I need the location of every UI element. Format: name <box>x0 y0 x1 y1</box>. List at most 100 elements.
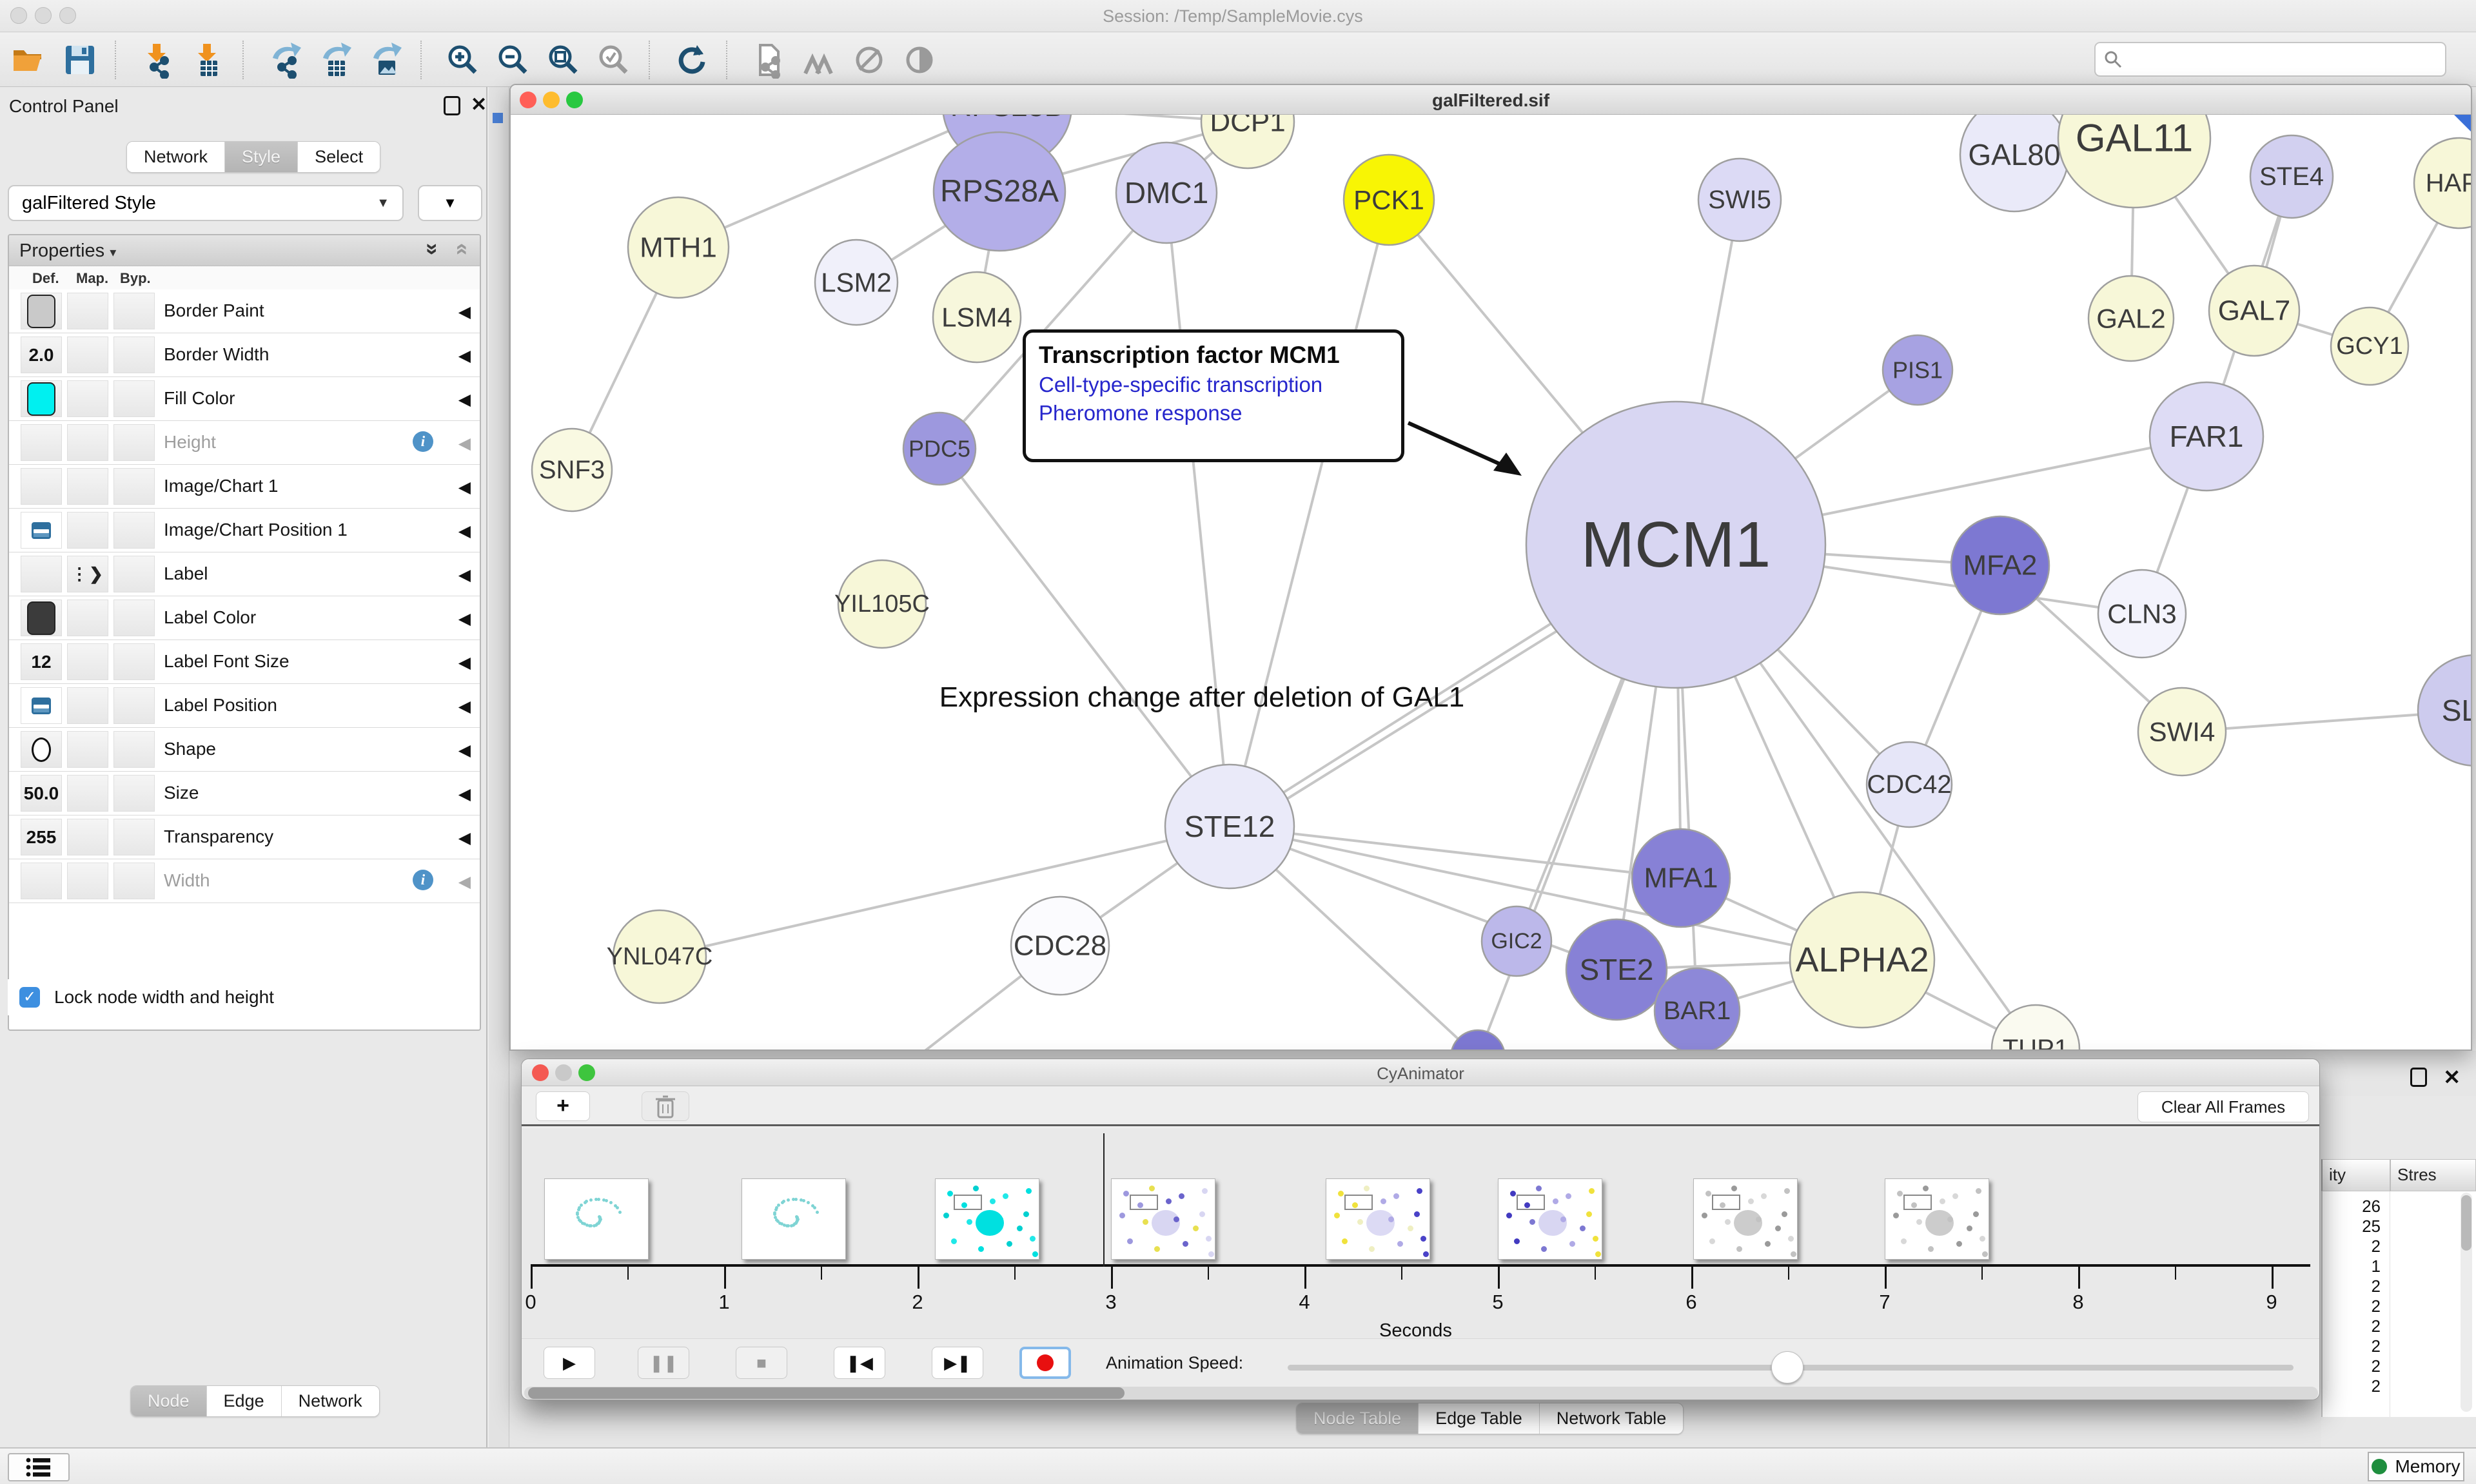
def-cell[interactable] <box>21 293 62 329</box>
skip-to-start-button[interactable]: ❚◀ <box>834 1347 885 1379</box>
export-image-button[interactable] <box>365 39 406 81</box>
animation-speed-slider[interactable] <box>1288 1365 2294 1371</box>
cyanimator-timeline[interactable]: 0123456789Seconds <box>522 1128 2319 1338</box>
byp-cell[interactable] <box>113 687 155 724</box>
float-panel-icon[interactable] <box>2410 1068 2427 1087</box>
network-node-STE12[interactable]: STE12 <box>1165 765 1294 888</box>
network-node-ALPHA2[interactable]: ALPHA2 <box>1790 892 1934 1028</box>
birdseye-view-button[interactable] <box>798 39 840 81</box>
table-tab-network-table[interactable]: Network Table <box>1540 1403 1684 1434</box>
expand-arrow-icon[interactable]: ◀ <box>458 653 471 672</box>
table-scrollbar[interactable] <box>2461 1193 2472 1412</box>
property-row[interactable]: Heighti◀ <box>9 421 480 465</box>
table-cell[interactable]: 2 <box>2323 1336 2381 1356</box>
network-edge[interactable] <box>660 826 1230 957</box>
annotation-link[interactable]: Cell-type-specific transcription <box>1039 373 1388 397</box>
table-tab-edge-table[interactable]: Edge Table <box>1419 1403 1540 1434</box>
timeline-playhead[interactable] <box>1103 1133 1105 1267</box>
network-node-MCM1[interactable]: MCM1 <box>1526 402 1825 688</box>
network-node-BAR1[interactable]: BAR1 <box>1655 968 1740 1050</box>
property-row[interactable]: Border Paint◀ <box>9 289 480 333</box>
def-cell[interactable] <box>21 863 62 899</box>
network-node-STE2[interactable]: STE2 <box>1566 919 1667 1020</box>
expand-all-icon[interactable]: » <box>420 243 445 255</box>
info-icon[interactable]: i <box>413 431 433 452</box>
clear-all-frames-button[interactable]: Clear All Frames <box>2137 1091 2309 1122</box>
network-node-PCK1[interactable]: PCK1 <box>1344 155 1434 245</box>
network-edge[interactable] <box>1230 200 1389 826</box>
def-cell[interactable] <box>21 424 62 461</box>
frame-thumbnail-2[interactable] <box>935 1178 1039 1260</box>
minimize-traffic-light[interactable] <box>555 1064 572 1081</box>
network-edge[interactable] <box>1278 624 1568 805</box>
zoom-selected-button[interactable] <box>593 39 634 81</box>
def-cell[interactable] <box>21 380 62 417</box>
table-cell[interactable]: 1 <box>2323 1256 2381 1276</box>
map-cell[interactable] <box>67 819 108 855</box>
network-node-SWI4[interactable]: SWI4 <box>2138 688 2226 776</box>
def-cell[interactable]: 2.0 <box>21 337 62 373</box>
def-cell[interactable] <box>21 512 62 549</box>
property-row[interactable]: 50.0Size◀ <box>9 772 480 815</box>
table-cell[interactable]: 26 <box>2323 1196 2381 1216</box>
network-node-PURP1[interactable] <box>1451 1030 1505 1050</box>
timeline-scrollbar-thumb[interactable] <box>528 1387 1125 1399</box>
map-cell[interactable] <box>67 687 108 724</box>
map-cell[interactable] <box>67 863 108 899</box>
expand-arrow-icon[interactable]: ◀ <box>458 785 471 804</box>
lock-size-checkbox[interactable]: ✓ <box>19 987 40 1008</box>
frame-thumbnail-1[interactable] <box>742 1178 846 1260</box>
frame-thumbnail-6[interactable] <box>1693 1178 1798 1260</box>
save-session-button[interactable] <box>59 39 101 81</box>
network-snapshot-button[interactable] <box>748 39 789 81</box>
property-row[interactable]: Image/Chart 1◀ <box>9 465 480 509</box>
table-cell[interactable]: 2 <box>2323 1376 2381 1396</box>
delete-frame-button[interactable] <box>642 1091 689 1121</box>
style-selector[interactable]: galFiltered Style ▼ <box>8 185 404 221</box>
expand-arrow-icon[interactable]: ◀ <box>458 828 471 848</box>
byp-cell[interactable] <box>113 512 155 549</box>
minimize-traffic-light[interactable] <box>543 92 560 108</box>
record-button[interactable] <box>1019 1347 1071 1379</box>
import-table-button[interactable] <box>187 39 228 81</box>
network-node-GAL2[interactable]: GAL2 <box>2088 276 2174 361</box>
network-annotation[interactable]: Transcription factor MCM1 Cell-type-spec… <box>1023 329 1404 462</box>
network-node-GAL11[interactable]: GAL11 <box>2058 115 2210 208</box>
pause-button[interactable]: ❚❚ <box>638 1347 689 1379</box>
table-cell[interactable]: 2 <box>2323 1296 2381 1316</box>
property-row[interactable]: Label Color◀ <box>9 596 480 640</box>
zoom-fit-button[interactable] <box>543 39 584 81</box>
def-cell[interactable] <box>21 468 62 505</box>
export-network-button[interactable] <box>264 39 306 81</box>
map-cell[interactable] <box>67 337 108 373</box>
zoom-traffic-light[interactable] <box>566 92 583 108</box>
minimize-traffic-light[interactable] <box>35 7 52 24</box>
byp-cell[interactable] <box>113 819 155 855</box>
network-node-MFA1[interactable]: MFA1 <box>1632 829 1730 927</box>
network-node-GIC2[interactable]: GIC2 <box>1482 906 1551 976</box>
map-cell[interactable] <box>67 293 108 329</box>
zoom-traffic-light[interactable] <box>59 7 76 24</box>
property-row[interactable]: Image/Chart Position 1◀ <box>9 509 480 552</box>
def-cell[interactable] <box>21 731 62 768</box>
play-button[interactable]: ▶ <box>544 1347 595 1379</box>
network-node-TUP1[interactable]: TUP1 <box>1992 1005 2079 1050</box>
network-node-SLT2[interactable]: SLT2 <box>2418 655 2471 766</box>
refresh-layout-button[interactable] <box>671 39 712 81</box>
network-node-CDC28[interactable]: CDC28 <box>1011 897 1109 995</box>
map-cell[interactable] <box>67 512 108 549</box>
expand-arrow-icon[interactable]: ◀ <box>458 478 471 497</box>
network-node-GAL80[interactable]: GAL80 <box>1960 115 2068 211</box>
property-row[interactable]: 255Transparency◀ <box>9 815 480 859</box>
export-table-button[interactable] <box>315 39 356 81</box>
open-session-button[interactable] <box>9 39 50 81</box>
stop-button[interactable]: ■ <box>736 1347 787 1379</box>
network-window-titlebar[interactable]: galFiltered.sif <box>511 85 2471 115</box>
timeline-scrollbar[interactable] <box>524 1387 2318 1400</box>
cyanimator-titlebar[interactable]: CyAnimator <box>522 1059 2319 1086</box>
birdseye-corner-icon[interactable] <box>2454 115 2471 132</box>
byp-cell[interactable] <box>113 600 155 636</box>
frame-thumbnail-7[interactable] <box>1885 1178 1989 1260</box>
property-row[interactable]: ⋮❯Label◀ <box>9 552 480 596</box>
map-cell[interactable] <box>67 731 108 768</box>
